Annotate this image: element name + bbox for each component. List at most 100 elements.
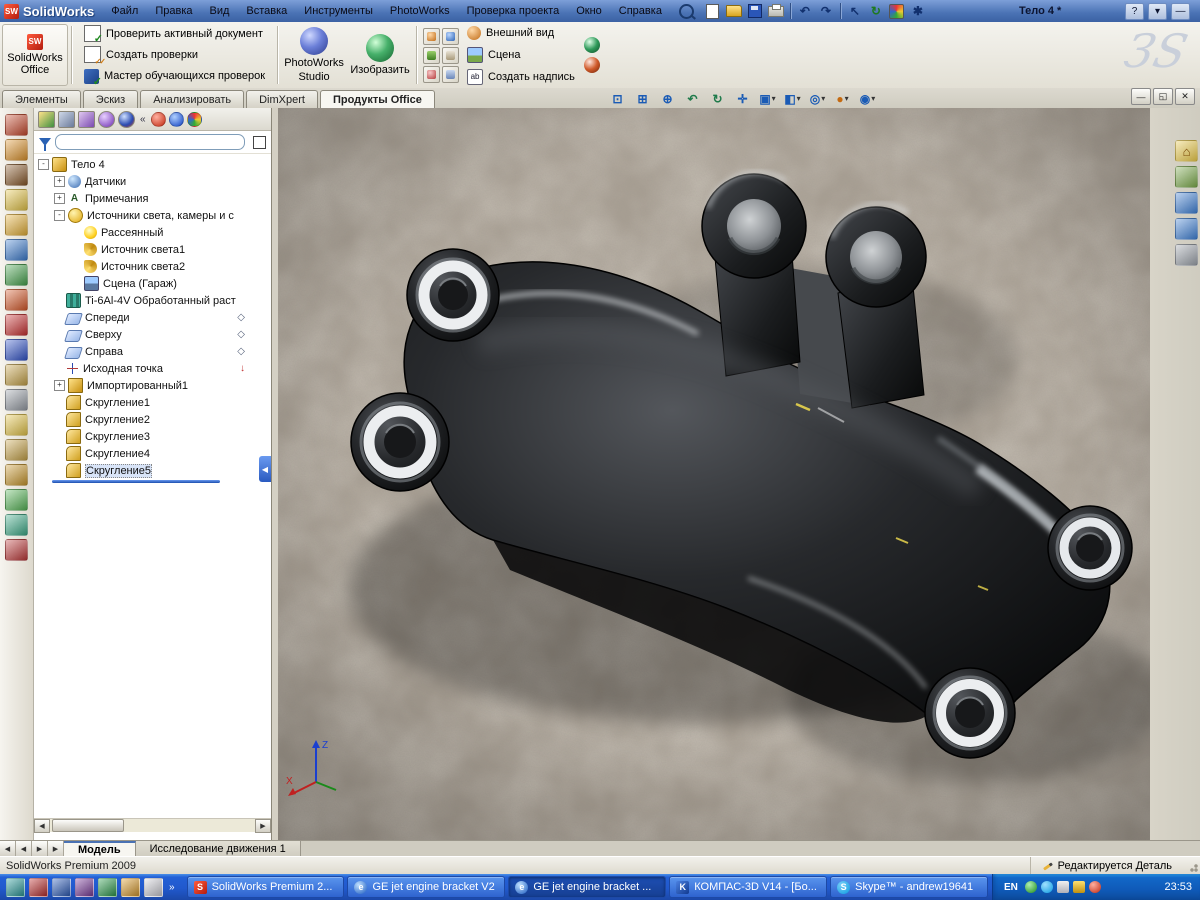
taskbar-clock[interactable]: 23:53 [1164,881,1192,893]
new-document-button[interactable] [703,2,723,21]
left-tool-6-icon[interactable] [5,239,28,261]
task-solidworks[interactable]: S SolidWorks Premium 2... [186,876,345,898]
quick-launch-6-icon[interactable] [121,877,140,897]
scroll-thumb[interactable] [52,819,124,832]
tab-sketch[interactable]: Эскиз [82,90,139,108]
display-pane-checkbox[interactable] [253,135,266,149]
options-button[interactable]: ✱ [908,2,928,21]
tree-item-material[interactable]: Ti-6Al-4V Обработанный раст [34,292,271,309]
left-tool-2-icon[interactable] [5,139,28,161]
task-kompas[interactable]: K КОМПАС-3D V14 - [Бо... [669,876,828,898]
render-option-icon[interactable] [442,27,460,45]
left-tool-10-icon[interactable] [5,339,28,361]
quick-launch-3-icon[interactable] [52,877,71,897]
render-option-icon[interactable] [442,46,460,64]
graphics-area[interactable]: Z X [278,108,1150,840]
tab-features[interactable]: Элементы [2,90,81,108]
render-option-icon[interactable] [423,65,441,83]
tree-horizontal-scrollbar[interactable]: ◀ ▶ [34,818,271,833]
tree-item-sensors[interactable]: + Датчики [34,173,271,190]
tree-filter-input[interactable] [55,134,245,150]
left-tool-14-icon[interactable] [5,439,28,461]
tree-item-fillet5-selected[interactable]: Скругление5 [34,462,271,479]
previous-view-button[interactable]: ↶ [681,89,704,108]
tree-item-root[interactable]: - Тело 4 [34,156,271,173]
quick-launch-overflow-icon[interactable]: » [167,882,177,893]
filter-red-icon[interactable] [150,111,166,127]
collapse-icon[interactable]: - [54,210,65,221]
scroll-left-icon[interactable]: ◀ [34,818,50,833]
tree-item-top-plane[interactable]: Сверху ◇ [34,326,271,343]
quick-launch-5-icon[interactable] [98,877,117,897]
render-button[interactable]: Изобразить [347,22,413,88]
minimize-button[interactable]: — [1131,88,1151,105]
filter-blue-icon[interactable] [168,111,184,127]
scene-gallery-icon[interactable] [1175,166,1198,188]
photoworks-studio-button[interactable]: PhotoWorks Studio [281,22,347,88]
rotate-view-button[interactable]: ↻ [706,89,729,108]
zoom-preset-icon[interactable] [1175,192,1198,214]
tab-office-products[interactable]: Продукты Office [319,90,435,109]
tab-scroll-right-icon[interactable]: ▶ [32,841,48,857]
view-settings-icon[interactable] [1175,244,1198,266]
search-icon[interactable] [678,3,694,19]
menu-view[interactable]: Вид [202,3,238,19]
open-button[interactable] [724,2,744,21]
rollback-bar[interactable] [52,480,220,483]
view-orientation-button[interactable]: ▣ [756,89,779,108]
language-indicator[interactable]: EN [1001,881,1021,894]
minimize-toolbar-button[interactable]: — [1171,2,1190,20]
tab-evaluate[interactable]: Анализировать [140,90,245,108]
scene-button[interactable]: Сцена [462,45,580,65]
featuremanager-tab-icon[interactable] [38,110,55,128]
recall-render-icon[interactable] [583,57,600,73]
save-button[interactable] [745,2,765,21]
edit-appearance-button[interactable]: ● [831,89,854,108]
expand-icon[interactable]: + [54,380,65,391]
check-active-document-button[interactable]: Проверить активный документ [79,24,270,45]
zoom-in-out-button[interactable]: ⊕ [656,89,679,108]
menu-tools[interactable]: Инструменты [296,3,381,19]
left-tool-16-icon[interactable] [5,489,28,511]
skype-tray-icon[interactable] [1040,881,1053,893]
undo-button[interactable]: ↶ [795,2,815,21]
zoom-area-button[interactable]: ⊞ [631,89,654,108]
rebuild-button[interactable]: ↻ [866,2,886,21]
expand-icon[interactable]: + [54,193,65,204]
tree-item-origin[interactable]: Исходная точка ↓ [34,360,271,377]
resize-grip[interactable] [1184,857,1200,875]
left-tool-8-icon[interactable] [5,289,28,311]
select-button[interactable]: ↖ [845,2,865,21]
hide-show-items-button[interactable]: ◎ [806,89,829,108]
left-tool-12-icon[interactable] [5,389,28,411]
appearance-button[interactable]: Внешний вид [462,23,580,43]
left-tool-7-icon[interactable] [5,264,28,286]
print-button[interactable] [766,2,786,21]
apply-scene-button[interactable]: ◉ [856,89,879,108]
left-tool-1-icon[interactable] [5,114,28,136]
collapse-icon[interactable]: - [38,159,49,170]
create-caption-button[interactable]: Создать надпись [462,67,580,87]
scroll-right-icon[interactable]: ▶ [255,818,271,833]
task-skype[interactable]: S Skype™ - andrew19641 [830,876,989,898]
left-tool-17-icon[interactable] [5,514,28,536]
tree-item-fillet3[interactable]: Скругление3 [34,428,271,445]
menu-design-check[interactable]: Проверка проекта [459,3,568,19]
configurationmanager-tab-icon[interactable] [78,110,95,128]
dimxpertmanager-tab-icon[interactable] [98,110,115,128]
left-tool-3-icon[interactable] [5,164,28,186]
tree-item-front-plane[interactable]: Спереди ◇ [34,309,271,326]
tree-item-scene[interactable]: Сцена (Гараж) [34,275,271,292]
tree-item-light2[interactable]: Источник света2 [34,258,271,275]
tab-motion-study[interactable]: Исследование движения 1 [135,841,301,857]
left-tool-11-icon[interactable] [5,364,28,386]
menu-photoworks[interactable]: PhotoWorks [382,3,458,19]
task-browser-1[interactable]: e GE jet engine bracket V2 [347,876,506,898]
quick-launch-1-icon[interactable] [6,877,25,897]
tab-scroll-left-icon[interactable]: ◀ [16,841,32,857]
menu-file[interactable]: Файл [103,3,146,19]
displaymanager-tab-icon[interactable] [118,110,135,128]
left-tool-4-icon[interactable] [5,189,28,211]
tab-scroll-first-icon[interactable]: ◀ [0,841,16,857]
render-option-icon[interactable] [442,65,460,83]
